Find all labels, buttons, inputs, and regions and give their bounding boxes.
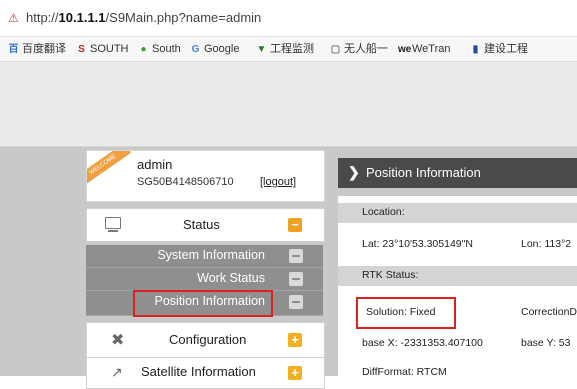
bookmark-label: 百度翻译 [22, 43, 66, 55]
menu-satellite-information[interactable]: ↗ Satellite Information + [86, 357, 325, 389]
bookmark-item[interactable]: ▢ 无人船一 [330, 41, 388, 57]
rtk-header-label: RTK Status: [362, 269, 419, 281]
submenu-label: Work Status [197, 271, 265, 285]
base-y-value: base Y: 53 [521, 337, 571, 349]
panel-title: Position Information [366, 165, 481, 180]
url-host: 10.1.1.1 [58, 10, 106, 25]
not-secure-icon: ⚠ [8, 11, 19, 25]
monitor-stand [108, 230, 118, 232]
page-header-band [0, 62, 577, 147]
bookmark-icon: 百 [8, 43, 19, 55]
user-card: WELCOME admin SG50B4148506710 [logout] [86, 150, 325, 202]
bookmark-label: 工程监测 [270, 43, 314, 55]
latitude-value: Lat: 23°10'53.305149"N [362, 238, 473, 250]
menu-configuration-label: Configuration [169, 332, 247, 347]
bookmark-icon: ▼ [256, 43, 267, 55]
bookmark-label: SOUTH [90, 43, 129, 55]
logout-link[interactable]: [logout] [260, 176, 296, 188]
bookmark-label: 建设工程 [484, 43, 528, 55]
bookmark-icon: S [78, 43, 85, 55]
bookmark-icon: G [191, 43, 200, 55]
url-text[interactable]: http://10.1.1.1/S9Main.php?name=admin [26, 10, 261, 25]
minus-icon [289, 249, 303, 263]
bookmarks-bar: 百百度翻译 S SOUTH ● South G Google ▼ 工程监测 ▢ 无人船一 we WeTr… [0, 37, 577, 62]
rtk-section-header: RTK Status: [338, 266, 577, 286]
bookmark-item[interactable]: S SOUTH [76, 41, 129, 57]
menu-status[interactable]: Status − [86, 208, 325, 242]
tools-icon: ✖ [111, 332, 125, 349]
bookmark-item[interactable]: G Google [190, 41, 240, 57]
solution-highlight [356, 297, 456, 329]
menu-status-label: Status [183, 217, 220, 232]
submenu-work-status[interactable]: Work Status [86, 268, 323, 291]
url-prefix: http:// [26, 10, 59, 25]
bookmark-icon: we [398, 43, 412, 55]
minus-icon [289, 272, 303, 286]
panel-body [338, 196, 577, 376]
bookmark-item[interactable]: ▮ 建设工程 [470, 41, 528, 57]
bookmark-icon: ▢ [330, 43, 341, 55]
welcome-ribbon: WELCOME [87, 151, 132, 188]
panel-header: ❯ Position Information [338, 158, 577, 188]
device-serial: SG50B4148506710 [137, 176, 234, 188]
bookmark-item[interactable]: ▼ 工程监测 [256, 41, 314, 57]
bookmark-label: Google [204, 43, 240, 55]
bookmark-icon: ● [140, 43, 147, 55]
minus-icon [289, 295, 303, 309]
menu-satellite-label: Satellite Information [141, 364, 256, 379]
monitor-icon [105, 217, 121, 229]
username: admin [137, 157, 173, 172]
position-information-highlight [133, 290, 273, 317]
bookmark-label: WeTran [412, 43, 451, 55]
location-header-label: Location: [362, 206, 405, 218]
bookmark-icon: ▮ [472, 43, 479, 55]
configuration-expand-icon[interactable]: + [288, 333, 302, 347]
submenu-label: System Information [157, 248, 265, 262]
chevron-right-icon: ❯ [348, 164, 360, 180]
bookmark-item[interactable]: we WeTran [398, 41, 451, 57]
satellite-expand-icon[interactable]: + [288, 366, 302, 380]
diff-format-value: DiffFormat: RTCM [362, 366, 447, 378]
satellite-icon: ↗ [111, 364, 123, 380]
base-x-value: base X: -2331353.407100 [362, 337, 483, 349]
submenu-system-information[interactable]: System Information [86, 245, 323, 268]
bookmark-item[interactable]: 百百度翻译 [8, 41, 67, 57]
longitude-value: Lon: 113°2 [521, 238, 572, 250]
bookmark-label: South [152, 43, 181, 55]
address-bar[interactable]: ⚠ http://10.1.1.1/S9Main.php?name=admin [0, 0, 577, 37]
bookmark-label: 无人船一 [344, 43, 388, 55]
bookmark-item[interactable]: ● South [138, 41, 181, 57]
status-collapse-icon[interactable]: − [288, 218, 302, 232]
url-path: /S9Main.php?name=admin [105, 10, 262, 25]
location-section-header: Location: [338, 203, 577, 223]
menu-configuration[interactable]: ✖ Configuration + [86, 322, 325, 358]
correction-value: CorrectionD [521, 306, 577, 318]
